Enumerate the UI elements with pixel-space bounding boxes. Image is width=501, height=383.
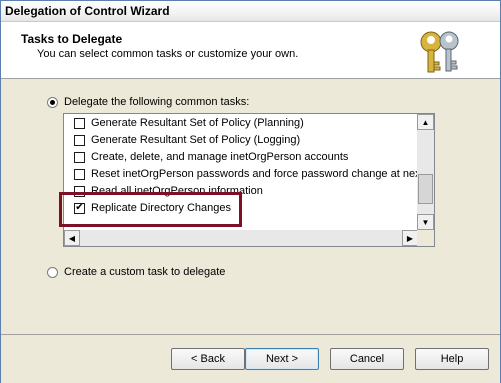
custom-task-radio[interactable] xyxy=(47,266,58,278)
task-label: Create, delete, and manage inetOrgPerson… xyxy=(91,151,349,163)
next-button[interactable]: Next > xyxy=(245,348,319,370)
delegate-common-label: Delegate the following common tasks: xyxy=(64,96,250,108)
list-item[interactable]: Reset inetOrgPerson passwords and force … xyxy=(74,166,418,182)
custom-task-label: Create a custom task to delegate xyxy=(64,266,226,278)
wizard-header: Tasks to Delegate You can select common … xyxy=(1,22,500,79)
task-label: Generate Resultant Set of Policy (Planni… xyxy=(91,117,304,129)
horizontal-scrollbar[interactable]: ◀ ▶ xyxy=(64,230,418,246)
scroll-thumb[interactable] xyxy=(418,174,433,204)
highlight-box xyxy=(59,192,242,227)
scroll-left-icon[interactable]: ◀ xyxy=(64,230,80,246)
scrollbar-corner xyxy=(417,230,434,246)
window-title: Delegation of Control Wizard xyxy=(5,4,170,18)
page-title: Tasks to Delegate xyxy=(21,32,123,46)
back-button[interactable]: < Back xyxy=(171,348,245,370)
task-label: Reset inetOrgPerson passwords and force … xyxy=(91,168,418,180)
keys-icon xyxy=(420,31,459,73)
title-bar[interactable]: Delegation of Control Wizard xyxy=(1,1,500,22)
delegate-common-option[interactable]: Delegate the following common tasks: xyxy=(47,96,249,108)
scroll-down-icon[interactable]: ▼ xyxy=(417,214,434,230)
task-label: Generate Resultant Set of Policy (Loggin… xyxy=(91,134,301,146)
list-item[interactable]: Generate Resultant Set of Policy (Loggin… xyxy=(74,132,300,148)
task-checkbox[interactable] xyxy=(74,117,85,129)
vertical-scrollbar[interactable]: ▲ ▼ xyxy=(417,114,434,230)
scroll-right-icon[interactable]: ▶ xyxy=(402,230,418,246)
help-button[interactable]: Help xyxy=(415,348,489,370)
task-checkbox[interactable] xyxy=(74,168,85,180)
cancel-button[interactable]: Cancel xyxy=(330,348,404,370)
delegate-common-radio[interactable] xyxy=(47,96,58,108)
list-item[interactable]: Generate Resultant Set of Policy (Planni… xyxy=(74,115,304,131)
custom-task-option[interactable]: Create a custom task to delegate xyxy=(47,266,225,278)
page-subtitle: You can select common tasks or customize… xyxy=(37,48,299,60)
task-checkbox[interactable] xyxy=(74,134,85,146)
task-checkbox[interactable] xyxy=(74,151,85,163)
wizard-footer: < Back Next > Cancel Help xyxy=(1,334,500,383)
scroll-up-icon[interactable]: ▲ xyxy=(417,114,434,130)
list-item[interactable]: Create, delete, and manage inetOrgPerson… xyxy=(74,149,348,165)
wizard-window: Delegation of Control Wizard Tasks to De… xyxy=(0,0,501,383)
